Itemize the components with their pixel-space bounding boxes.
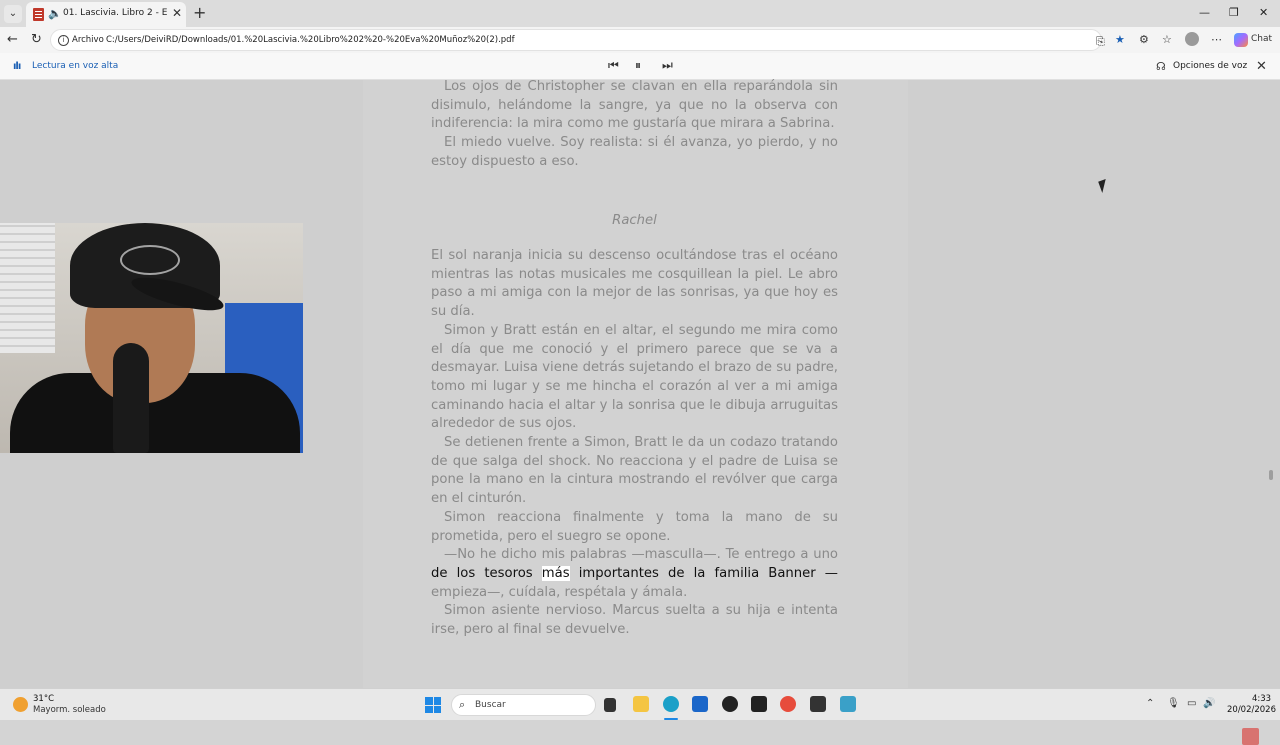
copilot-icon	[1234, 33, 1248, 47]
next-paragraph-button[interactable]: ⏭	[662, 58, 673, 73]
current-word-highlight: más	[541, 565, 570, 581]
read-aloud-highlight: importantes de la familia Banner —	[569, 565, 838, 581]
chrome-icon[interactable]	[780, 696, 796, 712]
webcam-overlay	[0, 223, 303, 453]
paragraph: El miedo vuelve. Soy realista: si él ava…	[431, 135, 838, 169]
tab-close-button[interactable]: ✕	[172, 6, 182, 20]
url-scheme-label: Archivo	[72, 35, 104, 45]
refresh-icon[interactable]: ↻	[31, 32, 42, 47]
clock-date[interactable]: 20/02/2026	[1227, 705, 1276, 715]
audio-wave-icon: ılı	[13, 61, 21, 72]
read-aloud-icon[interactable]: ⎘	[1096, 35, 1105, 49]
weather-icon[interactable]	[13, 697, 28, 712]
app-icon[interactable]	[722, 696, 738, 712]
scrollbar-thumb[interactable]	[1269, 470, 1273, 480]
display-icon[interactable]: ▭	[1187, 698, 1196, 709]
back-icon[interactable]: ←	[7, 32, 18, 47]
voice-options-icon[interactable]: ☊	[1156, 60, 1166, 73]
pdf-tools-icon[interactable]	[1242, 728, 1259, 745]
store-icon[interactable]	[692, 696, 708, 712]
read-aloud-highlight: de los tesoros	[431, 565, 542, 581]
favorites-icon[interactable]: ☆	[1162, 33, 1172, 46]
app-icon[interactable]	[840, 696, 856, 712]
copilot-chat-button[interactable]: Chat	[1231, 31, 1275, 49]
text-segment: —No he dicho mis palabras —masculla—. Te…	[444, 547, 838, 563]
cap-logo	[120, 245, 180, 275]
paragraph: Los ojos de Christopher se clavan en ell…	[431, 79, 838, 132]
clock-time[interactable]: 4:33	[1252, 694, 1271, 704]
address-bar: ← ↻ i Archivo C:/Users/DeiviRD/Downloads…	[0, 27, 1280, 53]
read-aloud-label: Lectura en voz alta	[32, 61, 119, 71]
air-conditioner	[0, 223, 55, 353]
paragraph: Simon y Bratt están en el altar, el segu…	[431, 322, 838, 432]
tab-title: 01. Lascivia. Libro 2 - Eva Muñ	[63, 8, 167, 18]
previous-paragraph-button[interactable]: ⏮	[608, 58, 619, 73]
tab-bar: ⌄ 🔈 01. Lascivia. Libro 2 - Eva Muñ ✕ + …	[0, 0, 1280, 27]
section-heading: Rachel	[612, 213, 657, 228]
app-icon[interactable]	[751, 696, 767, 712]
chat-label: Chat	[1251, 34, 1273, 44]
chevron-up-icon[interactable]: ⌃	[1146, 698, 1154, 709]
tab-active[interactable]: 🔈 01. Lascivia. Libro 2 - Eva Muñ ✕	[26, 2, 186, 27]
search-icon: ⌕	[459, 698, 466, 711]
search-placeholder: Buscar	[475, 700, 506, 710]
paragraph: Simon asiente nervioso. Marcus suelta a …	[431, 603, 838, 638]
url-text[interactable]: C:/Users/DeiviRD/Downloads/01.%20Lascivi…	[106, 35, 515, 45]
file-explorer-icon[interactable]	[633, 696, 649, 712]
tab-actions-menu[interactable]: ⌄	[4, 5, 22, 23]
task-view-icon[interactable]	[604, 698, 616, 712]
taskbar-search[interactable]: ⌕ Buscar	[451, 694, 596, 716]
paragraph: Simon reacciona finalmente y toma la man…	[431, 509, 838, 544]
profile-avatar[interactable]	[1185, 32, 1199, 46]
paragraph: El sol naranja inicia su descenso ocultá…	[431, 248, 838, 320]
edge-browser-icon[interactable]	[663, 696, 679, 712]
text-segment: empieza—, cuídala, respétala y ámala.	[431, 584, 688, 600]
close-read-aloud-button[interactable]: ✕	[1256, 59, 1267, 74]
favorite-star-icon[interactable]: ★	[1115, 33, 1125, 46]
url-field[interactable]: i Archivo C:/Users/DeiviRD/Downloads/01.…	[50, 29, 1105, 51]
extensions-icon[interactable]: ⚙	[1139, 33, 1149, 46]
speaker-icon[interactable]: 🔈	[48, 7, 62, 20]
volume-icon[interactable]: 🔊	[1203, 698, 1215, 709]
close-window-button[interactable]: ✕	[1259, 6, 1268, 19]
microphone-icon[interactable]: 🎙	[1167, 698, 1180, 709]
paragraph-highlighted: —No he dicho mis palabras —masculla—. Te…	[431, 546, 838, 602]
page-text-top: Los ojos de Christopher se clavan en ell…	[431, 78, 838, 172]
microphone	[113, 343, 149, 453]
info-icon[interactable]: i	[58, 35, 69, 46]
paragraph: Se detienen frente a Simon, Bratt le da …	[431, 435, 838, 507]
minimize-button[interactable]: —	[1199, 6, 1210, 19]
more-menu-icon[interactable]: ⋯	[1211, 33, 1222, 46]
voice-options-button[interactable]: Opciones de voz	[1173, 61, 1247, 71]
weather-description[interactable]: Mayorm. soleado	[33, 705, 106, 715]
epic-games-icon[interactable]	[810, 696, 826, 712]
new-tab-button[interactable]: +	[193, 4, 206, 22]
weather-temperature[interactable]: 31°C	[33, 694, 54, 704]
pdf-icon	[33, 8, 44, 21]
pause-button[interactable]: ⏸	[635, 58, 641, 73]
restore-button[interactable]: ❐	[1229, 6, 1239, 19]
start-button[interactable]	[425, 697, 441, 713]
read-aloud-bar: ılı Lectura en voz alta ⏮ ⏸ ⏭ ☊ Opciones…	[0, 53, 1280, 80]
page-text-main: El sol naranja inicia su descenso ocultá…	[431, 247, 838, 640]
taskbar: 31°C Mayorm. soleado ⌕ Buscar ⌃ 🎙 ▭ 🔊 4:…	[0, 688, 1280, 720]
